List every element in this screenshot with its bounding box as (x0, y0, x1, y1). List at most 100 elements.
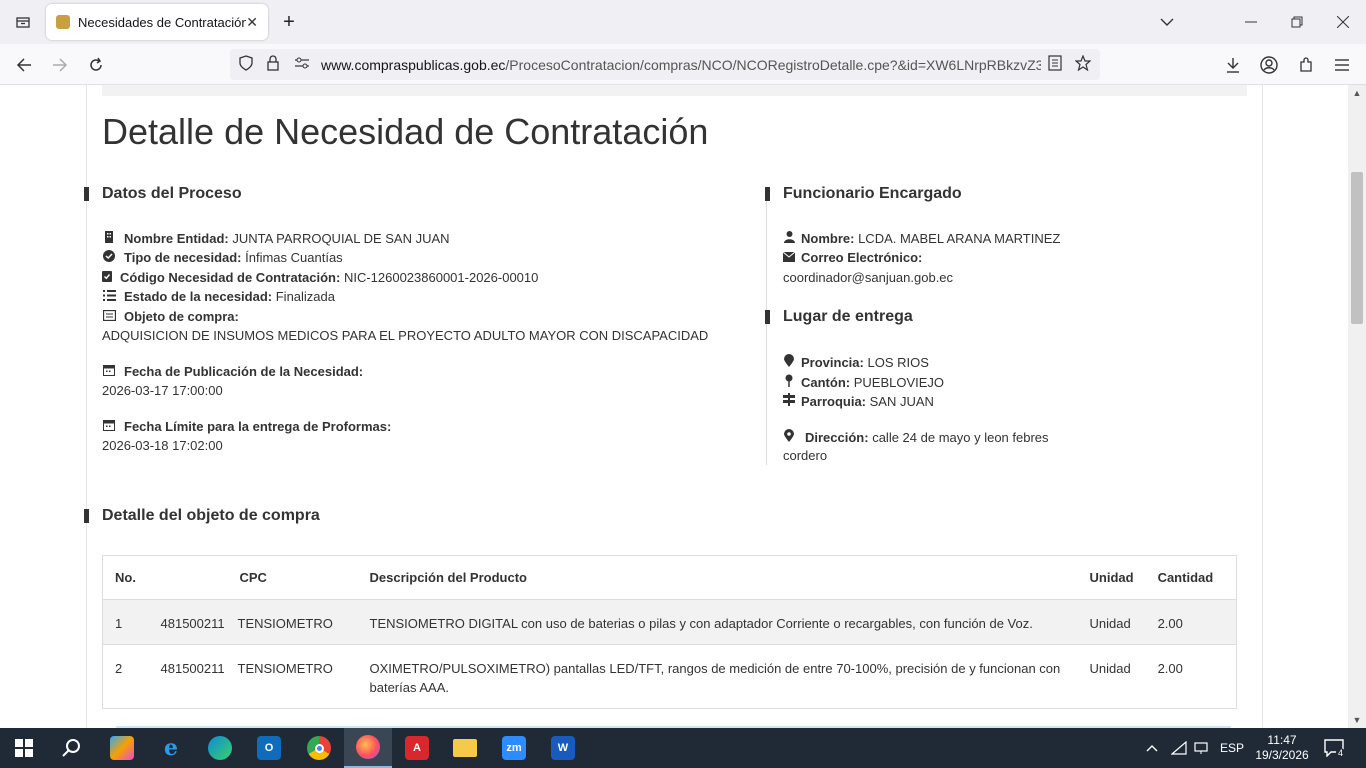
notifications-icon[interactable]: 4 (1324, 728, 1346, 768)
display-icon[interactable] (1194, 728, 1208, 768)
th-descripcion: Descripción del Producto (357, 555, 1078, 600)
parroquia-line: Parroquia: SAN JUAN (783, 393, 934, 409)
funcionario-nombre-line: Nombre: LCDA. MABEL ARANA MARTINEZ (783, 231, 1060, 246)
cell-descripcion-line-1: OXIMETRO/PULSOXIMETRO) pantallas LED/TFT… (369, 661, 1061, 676)
th-no: No. (102, 555, 228, 600)
cell-cpc-desc-text: TENSIOMETRO (237, 661, 333, 676)
cell-cantidad: 2.00 (1157, 661, 1183, 676)
th-cpc: CPC (227, 555, 358, 600)
chevron-down-icon[interactable] (1144, 0, 1190, 44)
user-icon (783, 231, 795, 246)
reload-icon[interactable] (83, 52, 109, 78)
label: Fecha de Publicación de la Necesidad: (124, 364, 364, 379)
tipo-line: Tipo de necesidad: Ínfimas Cuantías (102, 250, 343, 265)
network-icon[interactable] (1171, 728, 1187, 768)
extensions-icon[interactable] (1293, 52, 1319, 78)
close-window-icon[interactable] (1320, 0, 1366, 44)
value: Finalizada (275, 289, 335, 304)
provincia-line: Provincia: LOS RIOS (783, 354, 929, 370)
clipboard-check-icon (102, 270, 112, 285)
section-title-lugar: Lugar de entrega (783, 308, 913, 325)
tab-list-icon[interactable] (0, 0, 46, 44)
url-bar[interactable]: www.compraspublicas.gob.ec/ProcesoContra… (230, 49, 1100, 80)
new-tab-icon[interactable]: + (266, 0, 312, 44)
lock-icon[interactable] (266, 55, 280, 74)
label: Objeto de compra: (124, 309, 239, 324)
clock[interactable]: 11:47 19/3/2026 (1255, 728, 1308, 768)
cell-cantidad: 2.00 (1145, 599, 1237, 645)
minimize-icon[interactable] (1228, 0, 1274, 44)
funcionario-correo-line: Correo Electrónico: (782, 250, 923, 265)
cell-cpc-desc-text: TENSIOMETRO (237, 616, 333, 631)
clock-time: 11:47 (1267, 733, 1297, 747)
scroll-down-icon[interactable]: ▼ (1348, 712, 1366, 728)
label: Tipo de necesidad: (124, 250, 242, 265)
cell-no-cpc: 2 481500211 (103, 645, 228, 709)
section-marker (84, 187, 89, 201)
label: Nombre: (801, 231, 855, 246)
menu-hamburger-icon[interactable] (1329, 52, 1355, 78)
objeto-value: ADQUISICION DE INSUMOS MEDICOS PARA EL P… (102, 328, 709, 343)
section-title-funcionario: Funcionario Encargado (783, 185, 962, 202)
acrobat-icon[interactable]: A (393, 728, 441, 768)
value: LCDA. MABEL ARANA MARTINEZ (858, 231, 1061, 246)
check-circle-icon (102, 250, 116, 265)
tab-close-icon[interactable]: ✕ (246, 14, 258, 31)
bookmark-star-icon[interactable] (1074, 54, 1092, 74)
label: Dirección: (805, 430, 869, 445)
firefox-icon[interactable] (344, 728, 392, 768)
scroll-up-icon[interactable]: ▲ (1348, 85, 1366, 101)
list-icon (102, 290, 116, 304)
downloads-icon[interactable] (1220, 52, 1246, 78)
restore-icon[interactable] (1274, 0, 1320, 44)
file-explorer-icon[interactable] (441, 728, 489, 768)
label: Correo Electrónico: (801, 250, 923, 265)
nombre-entidad-line: Nombre Entidad: JUNTA PARROQUIAL DE SAN … (102, 231, 450, 246)
shield-icon[interactable] (238, 55, 254, 74)
direccion-line: Dirección: calle 24 de mayo y leon febre… (783, 429, 1049, 445)
reader-view-icon[interactable] (1048, 55, 1062, 74)
chrome-icon[interactable] (295, 728, 343, 768)
windows-start-icon[interactable] (0, 728, 48, 768)
cell-no: 2 (115, 661, 123, 676)
notification-count: 4 (1336, 748, 1346, 758)
tab-title: Necesidades de Contratación y (78, 14, 247, 30)
zoom-label: zm (502, 736, 526, 760)
map-marker-icon (783, 429, 795, 445)
forward-icon[interactable] (47, 52, 73, 78)
section-marker (765, 310, 770, 324)
chevron-up-icon[interactable] (1146, 728, 1158, 768)
top-strip (102, 85, 1247, 96)
fecha-lim-label-line: Fecha Límite para la entrega de Proforma… (102, 419, 391, 434)
edge-icon[interactable] (196, 728, 244, 768)
url-text[interactable]: www.compraspublicas.gob.ec/ProcesoContra… (321, 57, 1041, 73)
account-icon[interactable] (1256, 52, 1282, 78)
cell-cpc-code: 481500211 (160, 661, 225, 676)
copilot-icon[interactable] (98, 728, 146, 768)
internet-explorer-icon[interactable]: e (147, 728, 195, 768)
back-icon[interactable] (11, 52, 37, 78)
th-unidad: Unidad (1077, 555, 1146, 600)
scroll-thumb[interactable] (1351, 172, 1363, 324)
taskbar: e O A zm W ESP 11:47 19/3/2026 4 (0, 728, 1366, 768)
cell-cpc-desc: TENSIOMETRO (228, 645, 358, 709)
permissions-icon[interactable] (294, 56, 310, 73)
estado-line: Estado de la necesidad: Finalizada (102, 289, 335, 304)
vertical-scrollbar[interactable]: ▲ ▼ (1348, 85, 1366, 728)
url-host: www.compraspublicas.gob.ec (321, 56, 506, 73)
search-icon[interactable] (48, 728, 96, 768)
outlook-icon[interactable]: O (245, 728, 293, 768)
value: PUEBLOVIEJO (853, 375, 945, 390)
funcionario-correo-value: coordinador@sanjuan.gob.ec (783, 270, 954, 285)
fecha-lim-value: 2026-03-18 17:02:00 (102, 438, 223, 453)
tab-active[interactable]: Necesidades de Contratación y ✕ (46, 4, 268, 40)
zoom-icon[interactable]: zm (490, 728, 538, 768)
language-indicator[interactable]: ESP (1220, 728, 1244, 768)
value: NIC-1260023860001-2026-00010 (343, 270, 539, 285)
cell-no-cpc: 1 481500211 (102, 599, 228, 645)
word-icon[interactable]: W (539, 728, 587, 768)
cell-cpc-code: 481500211 (160, 616, 225, 631)
label: Fecha Límite para la entrega de Proforma… (124, 419, 392, 434)
page-viewport: Detalle de Necesidad de Contratación Dat… (0, 85, 1348, 728)
card-border (86, 85, 87, 728)
